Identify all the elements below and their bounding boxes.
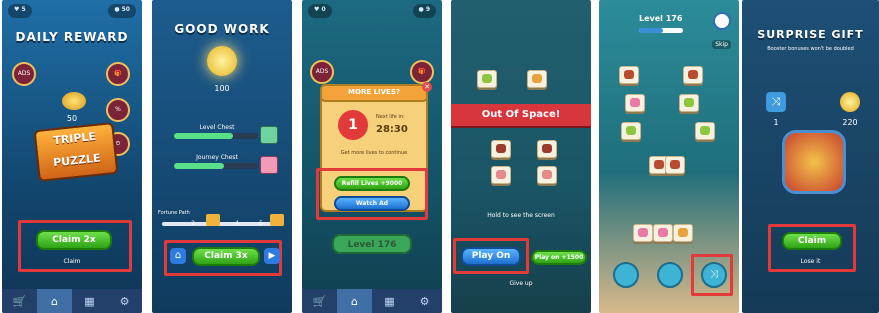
tile[interactable] bbox=[527, 70, 547, 88]
heart-icon: 1 bbox=[338, 110, 368, 140]
claim-2x-button[interactable]: Claim 2x bbox=[36, 230, 112, 250]
tray-tile bbox=[673, 224, 693, 242]
tile[interactable] bbox=[619, 66, 639, 84]
level-chest-label: Level Chest bbox=[199, 124, 235, 131]
gift-chest-icon bbox=[782, 130, 846, 194]
shuffle-icon[interactable]: ⤨ bbox=[701, 262, 727, 288]
tile[interactable] bbox=[679, 94, 699, 112]
home-icon[interactable]: ⌂ bbox=[337, 289, 372, 313]
level-chest-progress bbox=[174, 133, 258, 139]
hold-hint: Hold to see the screen bbox=[487, 212, 555, 219]
page-subtitle: Booster bonuses won't be doubled bbox=[767, 46, 854, 52]
path-end-chest-icon bbox=[270, 214, 284, 226]
tile[interactable] bbox=[695, 122, 715, 140]
coin-amount: 100 bbox=[214, 84, 230, 93]
journey-chest-icon bbox=[260, 156, 278, 174]
journey-chest-progress bbox=[174, 163, 258, 169]
shop-icon[interactable]: 🛒 bbox=[2, 289, 37, 313]
daily-reward-screen: ♥ 5 ● 50 DAILY REWARD ADS 🎁 % ⏲ 50 TRIPL… bbox=[2, 0, 142, 313]
claim-button[interactable]: Claim bbox=[2, 258, 142, 265]
watch-ad-button[interactable]: Watch Ad bbox=[334, 196, 410, 211]
top-bar: ♥ 0 ● 9 bbox=[308, 4, 436, 18]
dialog-header: MORE LIVES? bbox=[320, 84, 428, 102]
lives-pill[interactable]: ♥ 5 bbox=[8, 4, 32, 18]
home-button[interactable]: ⌂ bbox=[170, 248, 186, 264]
avatar-icon[interactable] bbox=[713, 12, 731, 30]
lives-pill[interactable]: ♥ 0 bbox=[308, 4, 332, 18]
bottom-nav: 🛒 ⌂ ▦ ⚙ bbox=[302, 289, 442, 313]
page-title: SURPRISE GIFT bbox=[757, 28, 864, 41]
tile[interactable] bbox=[537, 166, 557, 184]
path-chest-icon bbox=[206, 214, 220, 226]
life-timer: 28:30 bbox=[376, 124, 408, 135]
journey-chest-label: Journey Chest bbox=[196, 154, 238, 161]
tile[interactable] bbox=[491, 166, 511, 184]
lose-it-button[interactable]: Lose it bbox=[742, 258, 879, 265]
grid-icon[interactable]: ▦ bbox=[72, 289, 107, 313]
refill-lives-button[interactable]: Refill Lives +9000 bbox=[334, 176, 410, 191]
close-icon[interactable]: ✕ bbox=[422, 82, 432, 92]
next-button[interactable]: ▶ bbox=[264, 248, 280, 264]
coin-count: 220 bbox=[842, 118, 858, 127]
next-life-label: Next life in: bbox=[376, 114, 405, 120]
page-title: DAILY REWARD bbox=[15, 30, 129, 44]
home-icon[interactable]: ⌂ bbox=[37, 289, 72, 313]
coins-pill[interactable]: ● 9 bbox=[412, 4, 436, 18]
gift-icon[interactable]: 🎁 bbox=[410, 60, 434, 84]
coin-icon bbox=[207, 46, 237, 76]
path-step-5: 5 bbox=[259, 220, 263, 227]
tile[interactable] bbox=[683, 66, 703, 84]
level-label: Level 176 bbox=[639, 14, 683, 23]
shop-icon[interactable]: 🛒 bbox=[302, 289, 337, 313]
dialog-tagline: Get more lives to continue bbox=[340, 150, 408, 156]
fortune-path-label: Fortune Path bbox=[158, 210, 190, 216]
booster-undo-icon[interactable] bbox=[613, 262, 639, 288]
bottom-nav: 🛒 ⌂ ▦ ⚙ bbox=[2, 289, 142, 313]
path-step-2: 2 bbox=[191, 220, 195, 227]
tile[interactable] bbox=[537, 140, 557, 158]
grid-icon[interactable]: ▦ bbox=[372, 289, 407, 313]
tile[interactable] bbox=[665, 156, 685, 174]
game-logo: TRIPLE PUZZLE bbox=[33, 121, 119, 183]
coin-icon bbox=[840, 92, 860, 112]
gift-icon[interactable]: 🎁 bbox=[106, 62, 130, 86]
gameplay-screen: Level 176 Skip ⤨ bbox=[599, 0, 739, 313]
level-button[interactable]: Level 176 bbox=[332, 234, 412, 254]
tile[interactable] bbox=[491, 140, 511, 158]
claim-3x-button[interactable]: Claim 3x bbox=[192, 247, 260, 266]
booster-magnet-icon[interactable] bbox=[657, 262, 683, 288]
gear-icon[interactable]: ⚙ bbox=[107, 289, 142, 313]
tray-tile bbox=[633, 224, 653, 242]
tray-tile bbox=[653, 224, 673, 242]
play-on-coins-button[interactable]: Play on +1500 bbox=[531, 250, 587, 265]
level-chest-icon bbox=[260, 126, 278, 144]
ads-icon[interactable]: ADS bbox=[12, 62, 36, 86]
tile[interactable] bbox=[621, 122, 641, 140]
tile[interactable] bbox=[477, 70, 497, 88]
surprise-gift-screen: SURPRISE GIFT Booster bonuses won't be d… bbox=[742, 0, 879, 313]
top-bar: ♥ 5 ● 50 bbox=[8, 4, 136, 18]
out-of-space-screen: Out Of Space! Hold to see the screen Pla… bbox=[451, 0, 591, 313]
path-step-4: 4 bbox=[235, 220, 239, 227]
shuffle-booster-icon: ⤨ bbox=[766, 92, 786, 112]
ads-icon[interactable]: ADS bbox=[310, 60, 334, 84]
out-of-space-banner: Out Of Space! bbox=[451, 104, 591, 126]
play-on-button[interactable]: Play On bbox=[461, 247, 521, 266]
tile[interactable] bbox=[625, 94, 645, 112]
coins-pill[interactable]: ● 50 bbox=[108, 4, 136, 18]
gear-icon[interactable]: ⚙ bbox=[407, 289, 442, 313]
reward-amount: 50 bbox=[66, 114, 78, 123]
more-lives-screen: ♥ 0 ● 9 ADS 🎁 MORE LIVES? ✕ 1 Next life … bbox=[302, 0, 442, 313]
coin-stack-icon bbox=[62, 92, 86, 110]
level-progress bbox=[639, 28, 683, 33]
give-up-button[interactable]: Give up bbox=[451, 280, 591, 287]
good-work-screen: GOOD WORK 100 Level Chest Journey Chest … bbox=[152, 0, 292, 313]
skip-button[interactable]: Skip bbox=[712, 40, 731, 49]
page-title: GOOD WORK bbox=[174, 22, 270, 36]
claim-button[interactable]: Claim bbox=[782, 232, 842, 250]
booster-count: 1 bbox=[773, 118, 779, 127]
